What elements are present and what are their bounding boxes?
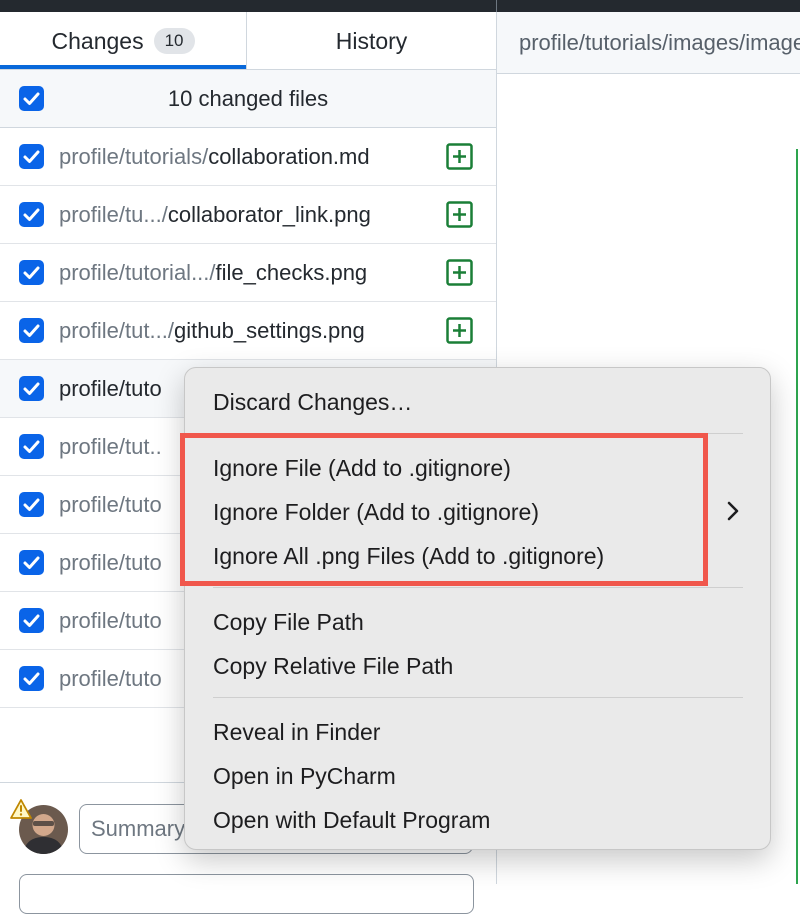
file-dir: profile/tuto <box>59 608 162 633</box>
image-preview-border <box>796 149 798 884</box>
tab-bar: Changes 10 History <box>0 12 496 70</box>
check-icon <box>23 614 40 627</box>
file-dir: profile/tuto <box>59 376 162 401</box>
chevron-right-icon <box>727 501 739 521</box>
file-dir: profile/tut.../ <box>59 318 174 343</box>
check-icon <box>23 382 40 395</box>
file-path: profile/tuto <box>59 592 162 650</box>
file-row[interactable]: profile/tutorial.../file_checks.png <box>0 244 496 302</box>
menu-separator <box>213 697 743 698</box>
file-name: collaborator_link.png <box>167 202 371 227</box>
file-checkbox[interactable] <box>19 608 44 633</box>
file-checkbox[interactable] <box>19 144 44 169</box>
file-row[interactable]: profile/tut.../github_settings.png <box>0 302 496 360</box>
changes-count-badge: 10 <box>153 28 195 54</box>
file-dir: profile/tuto <box>59 550 162 575</box>
file-dir: profile/tutorials/ <box>59 144 209 169</box>
commit-description-field[interactable] <box>19 874 474 914</box>
file-path: profile/tuto <box>59 476 162 534</box>
tab-changes-label: Changes <box>51 27 144 54</box>
title-bar <box>0 0 800 12</box>
active-tab-indicator <box>0 65 246 69</box>
menu-reveal-in-finder[interactable]: Reveal in Finder <box>213 712 380 752</box>
file-path: profile/tutorials/collaboration.md <box>59 128 370 186</box>
plus-square-icon <box>446 259 473 286</box>
check-icon <box>23 266 40 279</box>
file-checkbox[interactable] <box>19 318 44 343</box>
file-path: profile/tutorial.../file_checks.png <box>59 244 367 302</box>
file-path: profile/tu.../collaborator_link.png <box>59 186 371 244</box>
check-icon <box>23 672 40 685</box>
file-checkbox[interactable] <box>19 492 44 517</box>
tab-changes[interactable]: Changes 10 <box>0 12 246 70</box>
menu-separator <box>213 587 743 588</box>
diff-path-bar: profile/tutorials/images/image.png <box>497 12 800 74</box>
title-bar-divider <box>496 0 497 12</box>
file-path: profile/tuto <box>59 650 162 708</box>
file-path: profile/tut.. <box>59 418 162 476</box>
changed-files-count: 10 changed files <box>167 86 329 111</box>
menu-copy-file-path[interactable]: Copy File Path <box>213 602 364 642</box>
file-checkbox[interactable] <box>19 376 44 401</box>
annotation-highlight-box <box>180 433 708 586</box>
menu-open-in-editor[interactable]: Open in PyCharm <box>213 756 396 796</box>
file-row[interactable]: profile/tutorials/collaboration.md <box>0 128 496 186</box>
check-icon <box>23 498 40 511</box>
menu-open-default-program[interactable]: Open with Default Program <box>213 800 490 840</box>
file-checkbox[interactable] <box>19 260 44 285</box>
file-name: collaboration.md <box>208 144 370 169</box>
menu-copy-relative-path[interactable]: Copy Relative File Path <box>213 646 453 686</box>
tab-history[interactable]: History <box>247 12 496 70</box>
file-name: file_checks.png <box>215 260 368 285</box>
file-path: profile/tuto <box>59 534 162 592</box>
file-dir: profile/tutorial.../ <box>59 260 216 285</box>
tab-history-label: History <box>335 27 408 54</box>
file-checkbox[interactable] <box>19 550 44 575</box>
check-icon <box>23 208 40 221</box>
file-checkbox[interactable] <box>19 434 44 459</box>
plus-square-icon <box>446 201 473 228</box>
menu-discard-changes[interactable]: Discard Changes… <box>213 382 412 422</box>
file-dir: profile/tuto <box>59 666 162 691</box>
file-row[interactable]: profile/tu.../collaborator_link.png <box>0 186 496 244</box>
check-icon <box>23 150 40 163</box>
diff-file-path: profile/tutorials/images/image.png <box>519 30 800 55</box>
file-dir: profile/tu.../ <box>59 202 168 227</box>
warning-icon <box>10 799 32 819</box>
changed-files-header: 10 changed files <box>0 70 496 128</box>
file-dir: profile/tut.. <box>59 434 162 459</box>
plus-square-icon <box>446 317 473 344</box>
file-name: github_settings.png <box>173 318 365 343</box>
check-icon <box>23 440 40 453</box>
file-checkbox[interactable] <box>19 202 44 227</box>
file-path: profile/tuto <box>59 360 162 418</box>
file-checkbox[interactable] <box>19 666 44 691</box>
file-path: profile/tut.../github_settings.png <box>59 302 365 360</box>
check-icon <box>23 324 40 337</box>
check-icon <box>23 556 40 569</box>
plus-square-icon <box>446 143 473 170</box>
file-dir: profile/tuto <box>59 492 162 517</box>
